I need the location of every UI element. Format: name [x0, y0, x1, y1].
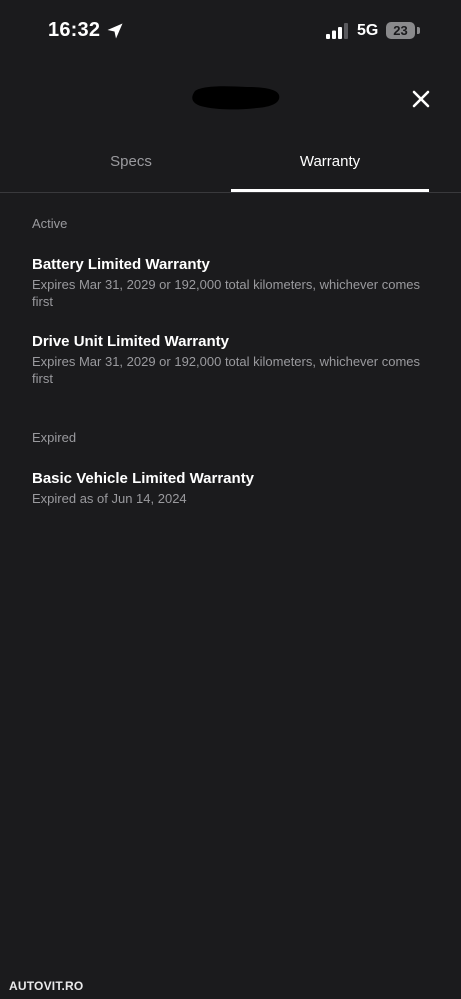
status-time: 16:32 — [48, 19, 101, 41]
warranty-title: Basic Vehicle Limited Warranty — [32, 470, 255, 487]
battery-icon: 23 — [386, 22, 420, 39]
warranty-detail: Expired as of Jun 14, 2024 — [32, 491, 187, 506]
tab-specs[interactable]: Specs — [32, 140, 230, 192]
warranty-item-battery: Battery Limited Warranty Expires Mar 31,… — [32, 255, 427, 310]
network-type-label: 5G — [357, 22, 379, 39]
status-bar: 16:32 5G 23 — [0, 0, 461, 62]
warranty-title: Battery Limited Warranty — [32, 256, 210, 273]
warranty-detail: Expires Mar 31, 2029 or 192,000 total ki… — [32, 277, 421, 309]
section-heading-expired: Expired — [32, 430, 77, 445]
close-icon — [412, 90, 430, 108]
redacted-vehicle-name — [192, 86, 280, 110]
warranty-item-basic-vehicle: Basic Vehicle Limited Warranty Expired a… — [32, 469, 427, 507]
section-heading-active: Active — [32, 216, 68, 231]
battery-level: 23 — [386, 22, 415, 39]
close-button[interactable] — [406, 84, 436, 114]
battery-tip — [417, 27, 420, 34]
warranty-title: Drive Unit Limited Warranty — [32, 333, 229, 350]
warranty-screen: 16:32 5G 23 Specs Warranty Active Batter… — [0, 0, 461, 999]
cellular-signal-icon — [326, 23, 348, 39]
tab-bar: Specs Warranty — [0, 140, 461, 193]
warranty-detail: Expires Mar 31, 2029 or 192,000 total ki… — [32, 354, 421, 386]
watermark: AUTOVIT.RO — [9, 979, 84, 993]
active-tab-indicator — [231, 189, 429, 192]
warranty-item-drive-unit: Drive Unit Limited Warranty Expires Mar … — [32, 332, 427, 387]
tab-warranty[interactable]: Warranty — [231, 140, 429, 192]
location-arrow-icon — [107, 23, 123, 39]
